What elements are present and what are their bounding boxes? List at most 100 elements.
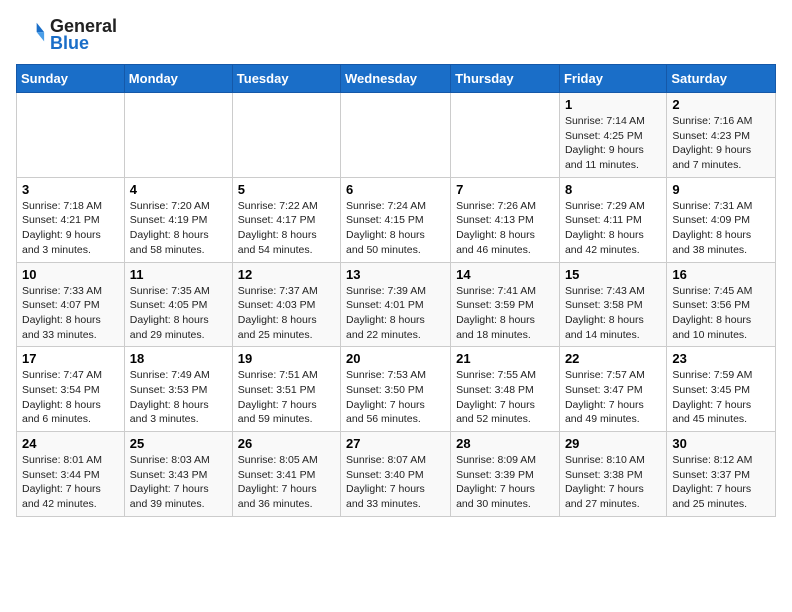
day-number: 26 bbox=[238, 436, 335, 451]
week-row-1: 1 Sunrise: 7:14 AM Sunset: 4:25 PM Daylig… bbox=[17, 93, 776, 178]
day-cell: 10Sunrise: 7:33 AM Sunset: 4:07 PM Dayli… bbox=[17, 262, 125, 347]
day-cell: 14Sunrise: 7:41 AM Sunset: 3:59 PM Dayli… bbox=[451, 262, 560, 347]
day-info: Sunrise: 7:43 AM Sunset: 3:58 PM Dayligh… bbox=[565, 284, 661, 343]
day-cell: 18 Sunrise: 7:49 AM Sunset: 3:53 PM Dayli… bbox=[124, 347, 232, 432]
day-number: 17 bbox=[22, 351, 119, 366]
day-cell: 7 Sunrise: 7:26 AM Sunset: 4:13 PM Daylig… bbox=[451, 177, 560, 262]
day-info: Sunrise: 8:10 AM Sunset: 3:38 PM Dayligh… bbox=[565, 453, 661, 512]
day-number: 28 bbox=[456, 436, 554, 451]
col-header-thursday: Thursday bbox=[451, 65, 560, 93]
col-header-friday: Friday bbox=[559, 65, 666, 93]
day-info: Sunrise: 7:29 AM Sunset: 4:11 PM Dayligh… bbox=[565, 199, 661, 258]
day-cell: 24 Sunrise: 8:01 AM Sunset: 3:44 PM Dayli… bbox=[17, 432, 125, 517]
day-cell: 3Sunrise: 7:18 AM Sunset: 4:21 PM Daylig… bbox=[17, 177, 125, 262]
day-number: 22 bbox=[565, 351, 661, 366]
day-info: Sunrise: 8:09 AM Sunset: 3:39 PM Dayligh… bbox=[456, 453, 554, 512]
day-info: Sunrise: 8:12 AM Sunset: 3:37 PM Dayligh… bbox=[672, 453, 770, 512]
header: General Blue bbox=[16, 16, 776, 54]
day-info: Sunrise: 8:07 AM Sunset: 3:40 PM Dayligh… bbox=[346, 453, 445, 512]
day-number: 7 bbox=[456, 182, 554, 197]
day-info: Sunrise: 7:55 AM Sunset: 3:48 PM Dayligh… bbox=[456, 368, 554, 427]
day-info: Sunrise: 7:14 AM Sunset: 4:25 PM Dayligh… bbox=[565, 114, 661, 173]
day-cell: 6Sunrise: 7:24 AM Sunset: 4:15 PM Daylig… bbox=[341, 177, 451, 262]
week-row-5: 24 Sunrise: 8:01 AM Sunset: 3:44 PM Dayli… bbox=[17, 432, 776, 517]
header-row: SundayMondayTuesdayWednesdayThursdayFrid… bbox=[17, 65, 776, 93]
day-cell: 27 Sunrise: 8:07 AM Sunset: 3:40 PM Dayli… bbox=[341, 432, 451, 517]
day-number: 15 bbox=[565, 267, 661, 282]
day-number: 18 bbox=[130, 351, 227, 366]
day-info: Sunrise: 7:33 AM Sunset: 4:07 PM Dayligh… bbox=[22, 284, 119, 343]
week-row-3: 10Sunrise: 7:33 AM Sunset: 4:07 PM Dayli… bbox=[17, 262, 776, 347]
day-number: 4 bbox=[130, 182, 227, 197]
day-cell bbox=[17, 93, 125, 178]
day-cell: 2 Sunrise: 7:16 AM Sunset: 4:23 PM Daylig… bbox=[667, 93, 776, 178]
day-cell: 17 Sunrise: 7:47 AM Sunset: 3:54 PM Dayli… bbox=[17, 347, 125, 432]
day-number: 21 bbox=[456, 351, 554, 366]
day-number: 24 bbox=[22, 436, 119, 451]
day-cell: 26 Sunrise: 8:05 AM Sunset: 3:41 PM Dayli… bbox=[232, 432, 340, 517]
day-number: 16 bbox=[672, 267, 770, 282]
day-number: 9 bbox=[672, 182, 770, 197]
day-number: 20 bbox=[346, 351, 445, 366]
col-header-monday: Monday bbox=[124, 65, 232, 93]
col-header-saturday: Saturday bbox=[667, 65, 776, 93]
day-number: 8 bbox=[565, 182, 661, 197]
day-cell: 8 Sunrise: 7:29 AM Sunset: 4:11 PM Daylig… bbox=[559, 177, 666, 262]
day-number: 12 bbox=[238, 267, 335, 282]
day-cell: 12Sunrise: 7:37 AM Sunset: 4:03 PM Dayli… bbox=[232, 262, 340, 347]
day-cell: 30 Sunrise: 8:12 AM Sunset: 3:37 PM Dayli… bbox=[667, 432, 776, 517]
calendar-table: SundayMondayTuesdayWednesdayThursdayFrid… bbox=[16, 64, 776, 517]
day-cell: 21 Sunrise: 7:55 AM Sunset: 3:48 PM Dayli… bbox=[451, 347, 560, 432]
day-info: Sunrise: 7:22 AM Sunset: 4:17 PM Dayligh… bbox=[238, 199, 335, 258]
day-number: 2 bbox=[672, 97, 770, 112]
day-info: Sunrise: 7:53 AM Sunset: 3:50 PM Dayligh… bbox=[346, 368, 445, 427]
day-number: 11 bbox=[130, 267, 227, 282]
logo: General Blue bbox=[16, 16, 117, 54]
day-cell: 11 Sunrise: 7:35 AM Sunset: 4:05 PM Dayli… bbox=[124, 262, 232, 347]
day-info: Sunrise: 7:47 AM Sunset: 3:54 PM Dayligh… bbox=[22, 368, 119, 427]
day-info: Sunrise: 7:18 AM Sunset: 4:21 PM Dayligh… bbox=[22, 199, 119, 258]
day-number: 1 bbox=[565, 97, 661, 112]
day-cell bbox=[232, 93, 340, 178]
day-cell: 29 Sunrise: 8:10 AM Sunset: 3:38 PM Dayli… bbox=[559, 432, 666, 517]
day-info: Sunrise: 7:59 AM Sunset: 3:45 PM Dayligh… bbox=[672, 368, 770, 427]
day-info: Sunrise: 7:57 AM Sunset: 3:47 PM Dayligh… bbox=[565, 368, 661, 427]
day-cell bbox=[341, 93, 451, 178]
day-number: 25 bbox=[130, 436, 227, 451]
day-cell: 25 Sunrise: 8:03 AM Sunset: 3:43 PM Dayli… bbox=[124, 432, 232, 517]
day-cell: 16 Sunrise: 7:45 AM Sunset: 3:56 PM Dayli… bbox=[667, 262, 776, 347]
day-number: 5 bbox=[238, 182, 335, 197]
day-info: Sunrise: 8:05 AM Sunset: 3:41 PM Dayligh… bbox=[238, 453, 335, 512]
day-cell: 20 Sunrise: 7:53 AM Sunset: 3:50 PM Dayli… bbox=[341, 347, 451, 432]
day-number: 13 bbox=[346, 267, 445, 282]
day-cell: 19 Sunrise: 7:51 AM Sunset: 3:51 PM Dayli… bbox=[232, 347, 340, 432]
logo-icon bbox=[18, 19, 46, 47]
day-info: Sunrise: 7:26 AM Sunset: 4:13 PM Dayligh… bbox=[456, 199, 554, 258]
day-cell: 4 Sunrise: 7:20 AM Sunset: 4:19 PM Daylig… bbox=[124, 177, 232, 262]
day-info: Sunrise: 7:51 AM Sunset: 3:51 PM Dayligh… bbox=[238, 368, 335, 427]
day-info: Sunrise: 7:20 AM Sunset: 4:19 PM Dayligh… bbox=[130, 199, 227, 258]
day-info: Sunrise: 8:03 AM Sunset: 3:43 PM Dayligh… bbox=[130, 453, 227, 512]
week-row-4: 17 Sunrise: 7:47 AM Sunset: 3:54 PM Dayli… bbox=[17, 347, 776, 432]
day-cell: 5 Sunrise: 7:22 AM Sunset: 4:17 PM Daylig… bbox=[232, 177, 340, 262]
day-cell: 13 Sunrise: 7:39 AM Sunset: 4:01 PM Dayli… bbox=[341, 262, 451, 347]
day-cell: 1 Sunrise: 7:14 AM Sunset: 4:25 PM Daylig… bbox=[559, 93, 666, 178]
day-info: Sunrise: 7:31 AM Sunset: 4:09 PM Dayligh… bbox=[672, 199, 770, 258]
col-header-tuesday: Tuesday bbox=[232, 65, 340, 93]
day-info: Sunrise: 7:41 AM Sunset: 3:59 PM Dayligh… bbox=[456, 284, 554, 343]
day-number: 30 bbox=[672, 436, 770, 451]
day-number: 27 bbox=[346, 436, 445, 451]
day-cell: 9 Sunrise: 7:31 AM Sunset: 4:09 PM Daylig… bbox=[667, 177, 776, 262]
day-cell: 22 Sunrise: 7:57 AM Sunset: 3:47 PM Dayli… bbox=[559, 347, 666, 432]
day-cell: 15 Sunrise: 7:43 AM Sunset: 3:58 PM Dayli… bbox=[559, 262, 666, 347]
day-info: Sunrise: 7:35 AM Sunset: 4:05 PM Dayligh… bbox=[130, 284, 227, 343]
day-number: 29 bbox=[565, 436, 661, 451]
day-info: Sunrise: 7:49 AM Sunset: 3:53 PM Dayligh… bbox=[130, 368, 227, 427]
day-cell: 28 Sunrise: 8:09 AM Sunset: 3:39 PM Dayli… bbox=[451, 432, 560, 517]
day-number: 19 bbox=[238, 351, 335, 366]
day-info: Sunrise: 7:39 AM Sunset: 4:01 PM Dayligh… bbox=[346, 284, 445, 343]
day-info: Sunrise: 7:16 AM Sunset: 4:23 PM Dayligh… bbox=[672, 114, 770, 173]
day-info: Sunrise: 7:45 AM Sunset: 3:56 PM Dayligh… bbox=[672, 284, 770, 343]
col-header-sunday: Sunday bbox=[17, 65, 125, 93]
day-info: Sunrise: 8:01 AM Sunset: 3:44 PM Dayligh… bbox=[22, 453, 119, 512]
